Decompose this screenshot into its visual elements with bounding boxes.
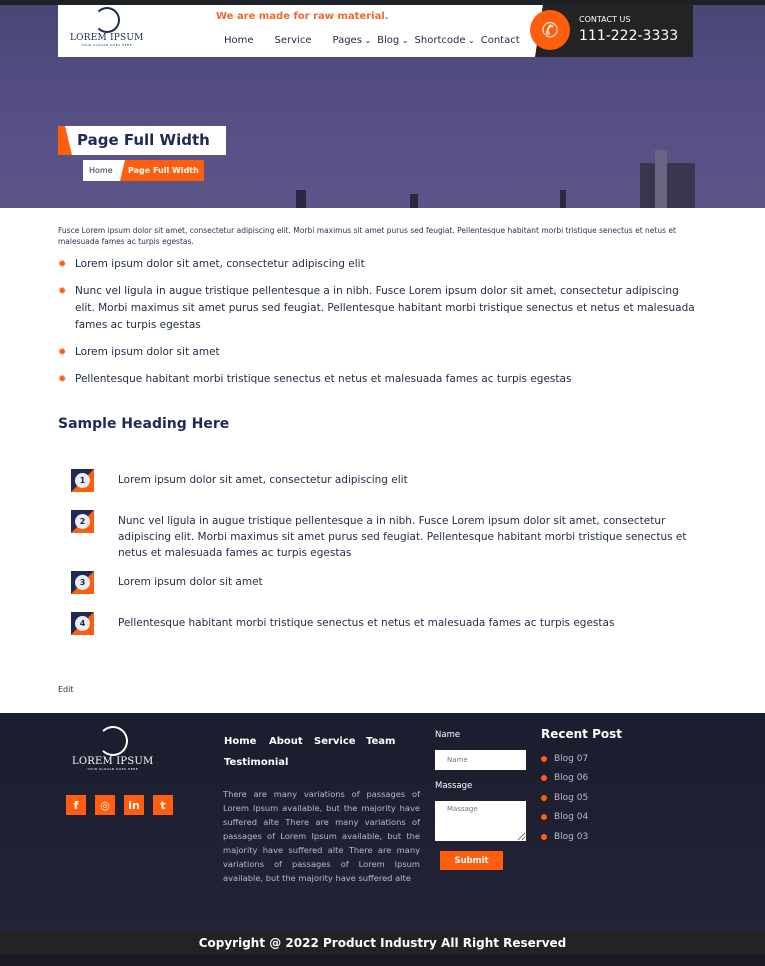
list-item: ✹ Pellentesque habitant morbi tristique s… <box>58 371 698 388</box>
facebook-icon[interactable]: f <box>66 795 86 815</box>
linkedin-icon[interactable]: in <box>124 795 144 815</box>
instagram-icon[interactable]: ◎ <box>95 795 115 815</box>
footer-link-testimonial[interactable]: Testimonial <box>224 757 288 768</box>
breadcrumb-home[interactable]: Home <box>83 160 125 181</box>
edit-link[interactable]: Edit <box>58 685 74 694</box>
chevron-down-icon: ⌄ <box>361 36 372 45</box>
chevron-down-icon: ⌄ <box>465 36 475 45</box>
dot-icon <box>541 756 547 762</box>
main-nav: Home Service Pages ⌄ Blog ⌄ Shortcode ⌄ Conta… <box>224 35 520 46</box>
dot-icon <box>541 834 547 840</box>
footer-paragraph: There are many variations of passages of… <box>223 789 420 883</box>
numbered-item-text: Pellentesque habitant morbi tristique se… <box>118 617 615 629</box>
logo-icon <box>93 7 120 33</box>
footer-link-service[interactable]: Service <box>314 736 356 747</box>
list-item: ✹ Nunc vel ligula in augue tristique pell… <box>58 283 698 334</box>
footer-link-about[interactable]: About <box>269 736 303 747</box>
breadcrumb-current: Page Full Width <box>128 166 199 175</box>
gear-icon: ✹ <box>58 286 67 297</box>
message-input[interactable] <box>435 801 526 841</box>
phone-icon[interactable]: ✆ <box>530 10 570 50</box>
chevron-down-icon: ⌄ <box>399 36 409 45</box>
message-label: Massage <box>435 781 473 791</box>
twitter-icon[interactable]: t <box>153 795 173 815</box>
contact-label: CONTACT US <box>579 15 631 24</box>
breadcrumb: Home Page Full Width <box>83 160 204 181</box>
section-heading: Sample Heading Here <box>58 416 230 432</box>
dot-icon <box>541 795 547 801</box>
recent-post-link[interactable]: Blog 07 <box>541 754 588 764</box>
footer-link-home[interactable]: Home <box>224 736 256 747</box>
gear-icon: ✹ <box>58 374 67 385</box>
recent-post-link[interactable]: Blog 04 <box>541 812 588 822</box>
numbered-item-text: Lorem ipsum dolor sit amet <box>118 576 263 588</box>
footer-logo[interactable]: LOREM IPSUM YOUR SLOGAN GOES HERE <box>72 726 153 771</box>
logo-icon <box>97 726 128 756</box>
phone-number[interactable]: 111-222-3333 <box>579 28 678 44</box>
tagline: We are made for raw material. <box>216 11 389 22</box>
numbered-item-text: Nunc vel ligula in augue tristique pelle… <box>118 515 687 559</box>
recent-post-link[interactable]: Blog 06 <box>541 773 588 783</box>
nav-contact[interactable]: Contact <box>481 35 520 46</box>
nav-service[interactable]: Service <box>275 35 312 46</box>
list-item: ✹ Lorem ipsum dolor sit amet <box>58 344 698 361</box>
footer-link-team[interactable]: Team <box>366 736 395 747</box>
name-label: Name <box>435 730 461 740</box>
submit-button[interactable]: Submit <box>440 851 503 870</box>
list-item: ✹ Lorem ipsum dolor sit amet, consectetur… <box>58 256 698 273</box>
recent-post-link[interactable]: Blog 05 <box>541 793 588 803</box>
nav-home[interactable]: Home <box>224 35 254 46</box>
number-badge: 1 <box>71 469 94 492</box>
bottom-strip <box>0 955 765 966</box>
number-badge: 2 <box>71 510 94 533</box>
name-input[interactable] <box>435 750 526 770</box>
copyright: Copyright @ 2022 Product Industry All Ri… <box>0 931 765 955</box>
nav-shortcode[interactable]: Shortcode ⌄ <box>415 35 475 46</box>
recent-post-title: Recent Post <box>541 727 623 741</box>
logo[interactable]: LOREM IPSUM YOUR SLOGAN GOES HERE <box>70 7 144 47</box>
nav-pages[interactable]: Pages ⌄ <box>333 35 372 46</box>
gear-icon: ✹ <box>58 347 67 358</box>
page-title: Page Full Width <box>77 131 210 149</box>
nav-blog[interactable]: Blog ⌄ <box>377 35 408 46</box>
dot-icon <box>541 775 547 781</box>
numbered-item-text: Lorem ipsum dolor sit amet, consectetur … <box>118 474 408 486</box>
number-badge: 3 <box>71 571 94 594</box>
recent-post-link[interactable]: Blog 03 <box>541 832 588 842</box>
number-badge: 4 <box>71 612 94 635</box>
dot-icon <box>541 814 547 820</box>
intro-paragraph: Fusce Lorem ipsum dolor sit amet, consec… <box>58 226 676 246</box>
gear-icon: ✹ <box>58 259 67 270</box>
